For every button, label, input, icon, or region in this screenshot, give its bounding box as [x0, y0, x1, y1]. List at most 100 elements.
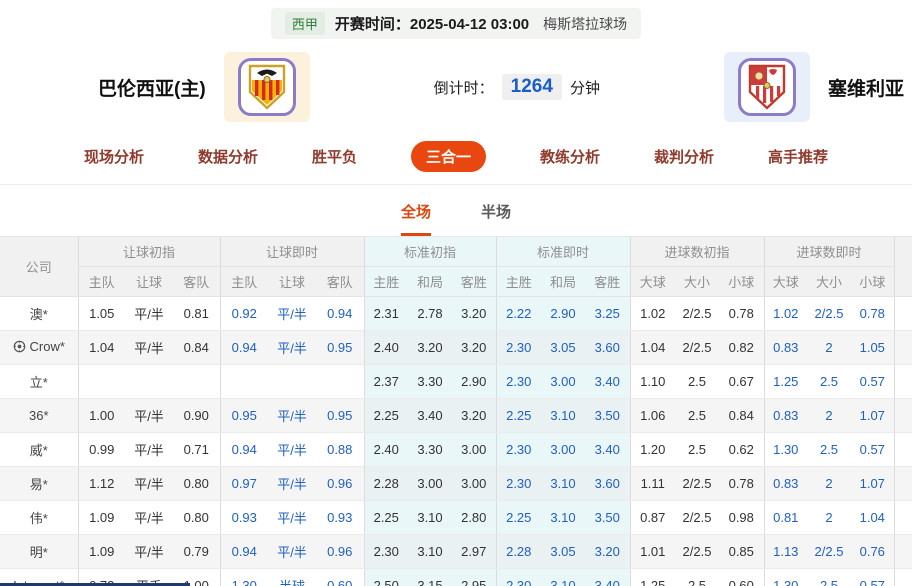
- odds-cell[interactable]: 平/半: [268, 330, 316, 365]
- odds-cell[interactable]: 1.05: [851, 330, 895, 365]
- odds-cell[interactable]: 3.00: [452, 432, 496, 467]
- odds-cell[interactable]: 平/半: [268, 398, 316, 433]
- odds-cell[interactable]: 0.57: [851, 432, 895, 467]
- odds-cell[interactable]: 3.10: [408, 534, 452, 569]
- odds-cell[interactable]: 3.20: [408, 330, 452, 365]
- odds-cell[interactable]: 0.96: [316, 534, 364, 569]
- odds-cell[interactable]: 0.95: [316, 330, 364, 365]
- odds-cell[interactable]: 0.78: [719, 296, 765, 331]
- odds-cell[interactable]: 1.25: [763, 364, 808, 399]
- odds-cell[interactable]: 2: [807, 466, 852, 501]
- odds-cell[interactable]: 2.31: [363, 296, 408, 331]
- odds-cell[interactable]: 2.5: [675, 432, 719, 467]
- odds-cell[interactable]: 2.80: [452, 500, 496, 535]
- odds-cell[interactable]: 平/半: [268, 466, 316, 501]
- odds-cell[interactable]: 1.07: [851, 398, 895, 433]
- odds-cell[interactable]: 2.28: [495, 534, 541, 569]
- odds-cell[interactable]: 平/半: [125, 398, 173, 433]
- odds-cell[interactable]: 3.00: [452, 466, 496, 501]
- odds-cell[interactable]: 0.93: [219, 500, 268, 535]
- odds-cell[interactable]: 平/半: [268, 534, 316, 569]
- odds-cell[interactable]: 平/半: [125, 466, 173, 501]
- odds-cell[interactable]: 1.30: [219, 568, 268, 586]
- nav-tab-referee-analysis[interactable]: 裁判分析: [654, 146, 714, 167]
- odds-cell[interactable]: 2/2.5: [807, 534, 852, 569]
- odds-cell[interactable]: 2.37: [363, 364, 408, 399]
- odds-cell[interactable]: 0.94: [219, 534, 268, 569]
- odds-cell[interactable]: 0.99: [77, 432, 125, 467]
- odds-cell[interactable]: 2.95: [452, 568, 496, 586]
- odds-cell[interactable]: 2: [807, 398, 852, 433]
- odds-cell[interactable]: 3.05: [541, 330, 585, 365]
- odds-cell[interactable]: 2.22: [495, 296, 541, 331]
- odds-cell[interactable]: 3.10: [541, 398, 585, 433]
- odds-cell[interactable]: 2.5: [675, 398, 719, 433]
- odds-cell[interactable]: 2.90: [452, 364, 496, 399]
- odds-cell[interactable]: 0.78: [719, 466, 765, 501]
- odds-cell[interactable]: 1.04: [629, 330, 675, 365]
- odds-cell[interactable]: 2.5: [807, 432, 852, 467]
- odds-cell[interactable]: 1.09: [77, 534, 125, 569]
- company-cell[interactable]: 澳*: [0, 296, 78, 331]
- odds-cell[interactable]: 3.20: [585, 534, 630, 569]
- odds-cell[interactable]: 3.50: [585, 500, 630, 535]
- nav-tab-three-in-one[interactable]: 三合一: [410, 141, 486, 172]
- odds-cell[interactable]: 0.79: [173, 534, 220, 569]
- odds-cell[interactable]: 1.30: [763, 432, 808, 467]
- odds-cell[interactable]: 2.28: [363, 466, 408, 501]
- company-cell[interactable]: 易*: [0, 466, 78, 501]
- company-cell[interactable]: Crow*: [0, 330, 78, 365]
- odds-cell[interactable]: 2.30: [495, 466, 541, 501]
- odds-cell[interactable]: 0.97: [219, 466, 268, 501]
- odds-cell[interactable]: 0.92: [219, 296, 268, 331]
- odds-cell[interactable]: 0.57: [851, 568, 895, 586]
- odds-cell[interactable]: 0.84: [719, 398, 765, 433]
- odds-cell[interactable]: 2.25: [495, 500, 541, 535]
- odds-cell[interactable]: 2.5: [807, 364, 852, 399]
- odds-cell[interactable]: 半球: [268, 568, 316, 586]
- nav-tab-live-analysis[interactable]: 现场分析: [84, 146, 144, 167]
- odds-cell[interactable]: 3.20: [452, 398, 496, 433]
- odds-cell[interactable]: 2.25: [363, 398, 408, 433]
- odds-cell[interactable]: 0.83: [763, 330, 808, 365]
- odds-cell[interactable]: 1.01: [629, 534, 675, 569]
- odds-cell[interactable]: 1.30: [763, 568, 808, 586]
- odds-cell[interactable]: 3.30: [408, 432, 452, 467]
- odds-cell[interactable]: 2.40: [363, 330, 408, 365]
- odds-cell[interactable]: 2.5: [675, 568, 719, 586]
- odds-cell[interactable]: 0.98: [719, 500, 765, 535]
- company-cell[interactable]: 伟*: [0, 500, 78, 535]
- odds-cell[interactable]: [268, 364, 316, 399]
- odds-cell[interactable]: 0.76: [851, 534, 895, 569]
- odds-cell[interactable]: 3.05: [541, 534, 585, 569]
- odds-cell[interactable]: 2.25: [495, 398, 541, 433]
- odds-cell[interactable]: [125, 364, 173, 399]
- subtab-half-match[interactable]: 半场: [481, 201, 511, 236]
- company-cell[interactable]: 明*: [0, 534, 78, 569]
- odds-cell[interactable]: 0.60: [316, 568, 364, 586]
- odds-cell[interactable]: 1.02: [629, 296, 675, 331]
- odds-cell[interactable]: 0.83: [763, 398, 808, 433]
- odds-cell[interactable]: 3.50: [585, 398, 630, 433]
- odds-cell[interactable]: 3.10: [541, 466, 585, 501]
- odds-cell[interactable]: 2.78: [408, 296, 452, 331]
- odds-cell[interactable]: 0.81: [173, 296, 220, 331]
- odds-cell[interactable]: 1.07: [851, 466, 895, 501]
- company-cell[interactable]: 立*: [0, 364, 78, 399]
- odds-cell[interactable]: 0.62: [719, 432, 765, 467]
- odds-cell[interactable]: 0.95: [316, 398, 364, 433]
- nav-tab-coach-analysis[interactable]: 教练分析: [540, 146, 600, 167]
- odds-cell[interactable]: 平/半: [125, 330, 173, 365]
- odds-cell[interactable]: 3.40: [408, 398, 452, 433]
- odds-cell[interactable]: 0.94: [316, 296, 364, 331]
- odds-cell[interactable]: [77, 364, 125, 399]
- odds-cell[interactable]: 2.40: [363, 432, 408, 467]
- odds-cell[interactable]: 2/2.5: [675, 500, 719, 535]
- odds-cell[interactable]: 2.30: [495, 432, 541, 467]
- odds-cell[interactable]: 0.83: [763, 466, 808, 501]
- odds-cell[interactable]: 3.00: [541, 364, 585, 399]
- odds-cell[interactable]: 3.25: [585, 296, 630, 331]
- odds-cell[interactable]: 3.20: [452, 330, 496, 365]
- odds-cell[interactable]: [173, 364, 220, 399]
- odds-cell[interactable]: 2.5: [807, 568, 852, 586]
